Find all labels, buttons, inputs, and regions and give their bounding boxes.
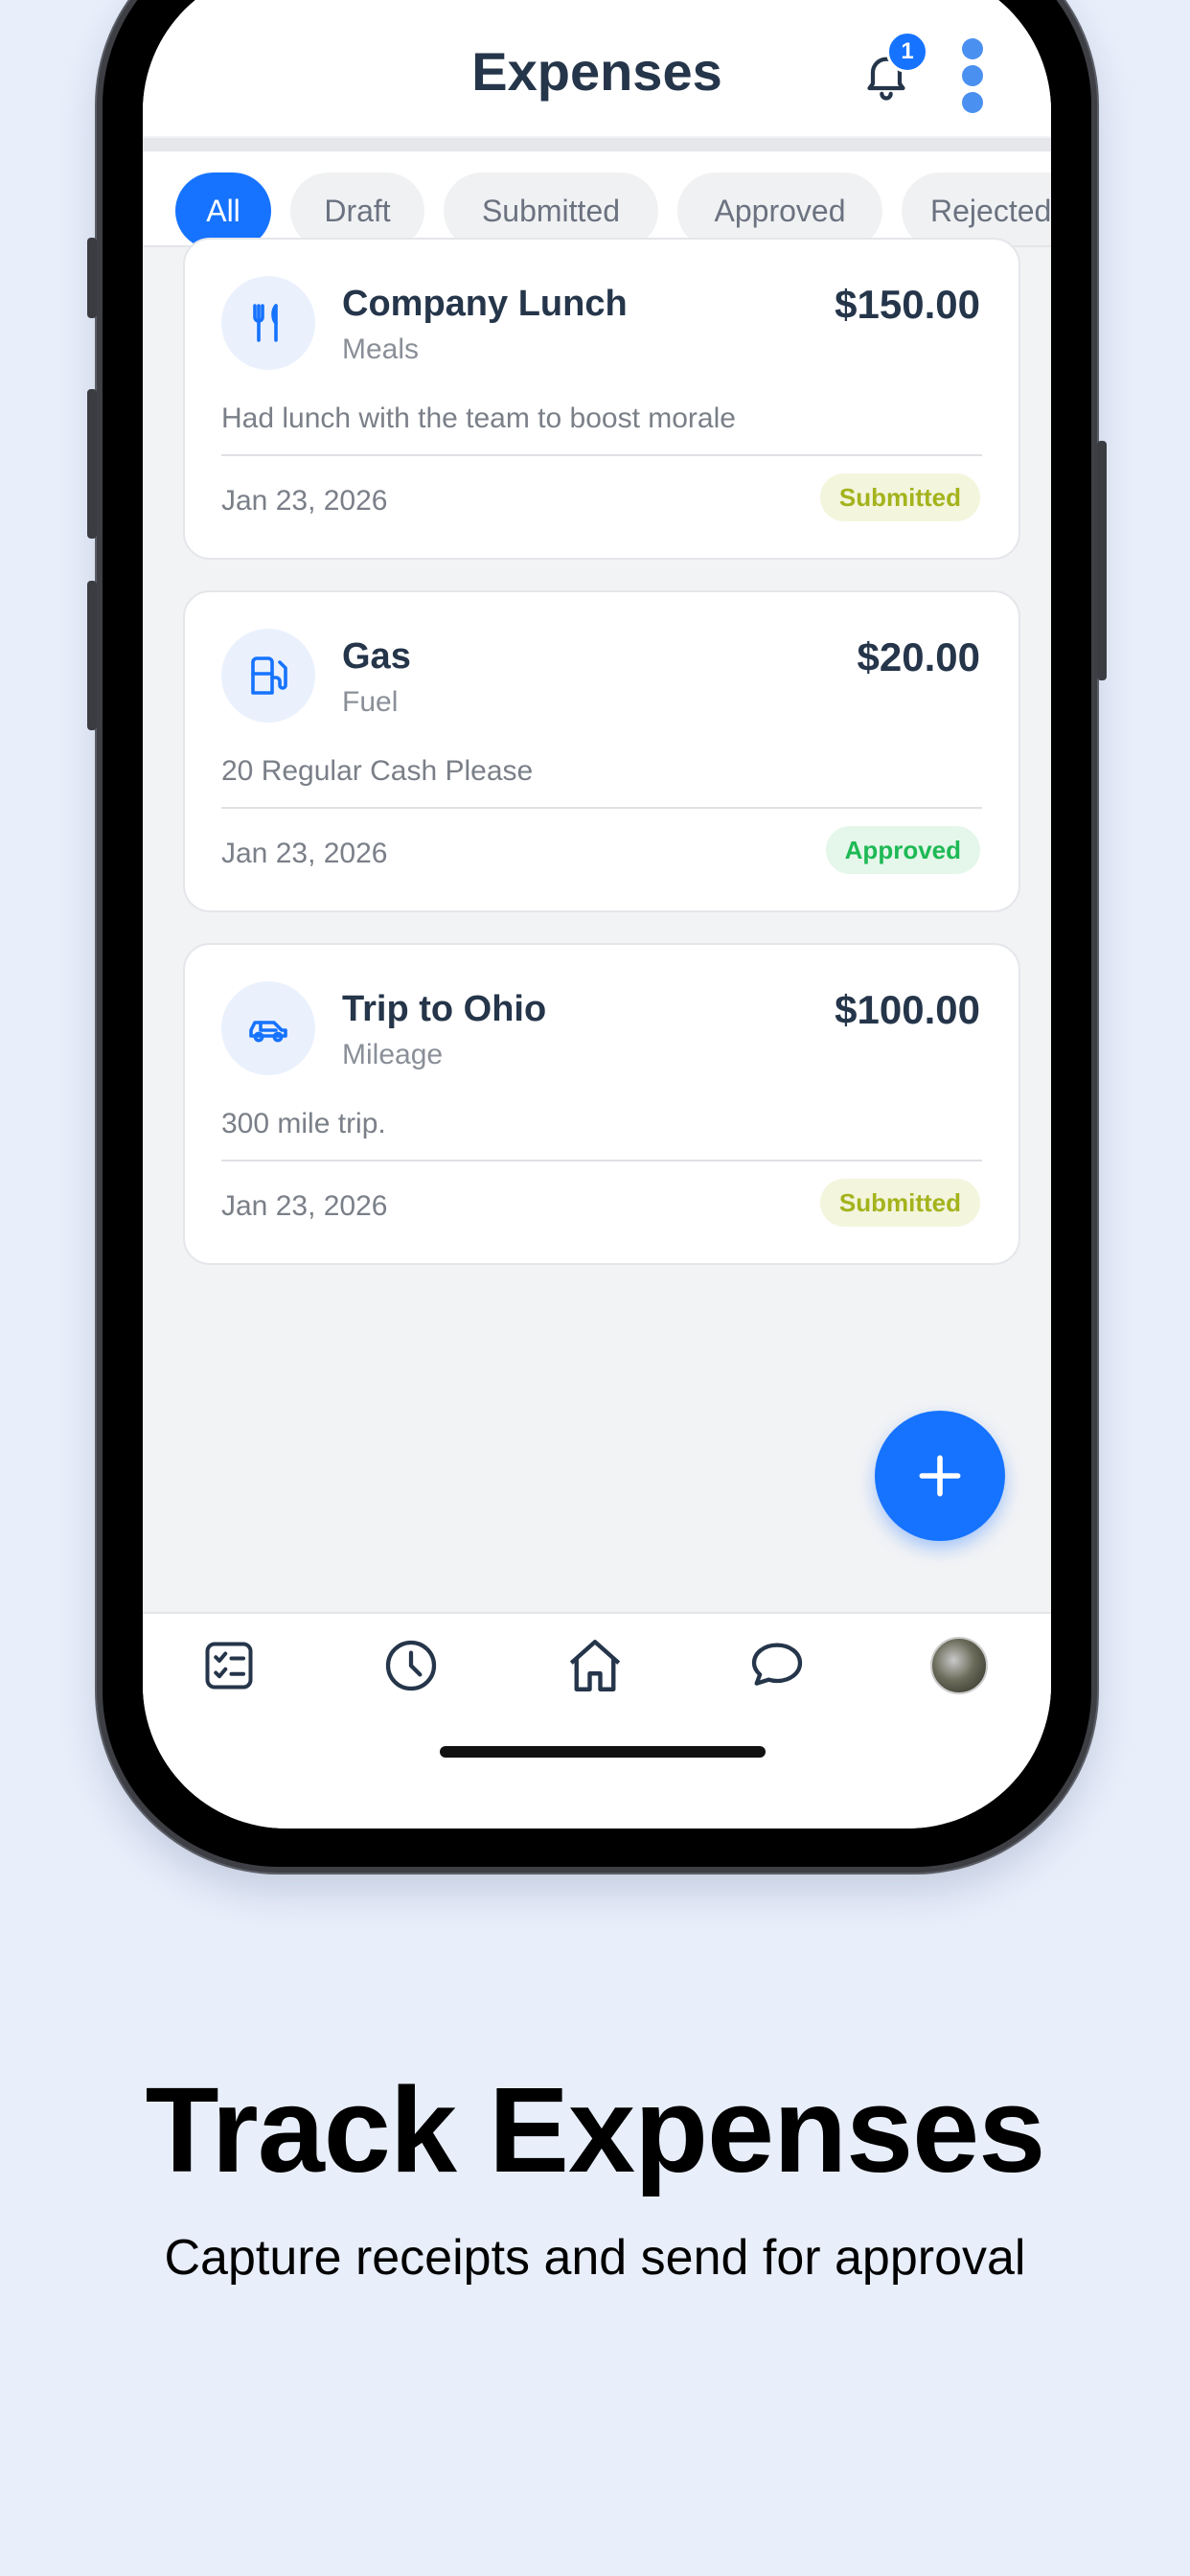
- marketing-headline: Track Expenses: [145, 2062, 1046, 2197]
- home-icon: [569, 1640, 621, 1691]
- expense-category: Mileage: [342, 1039, 444, 1070]
- filter-bar: All Draft Submitted Approved Rejected: [143, 151, 1051, 247]
- filter-chip-submitted[interactable]: Submitted: [444, 172, 658, 245]
- more-options-icon[interactable]: [960, 38, 985, 115]
- chat-icon: [751, 1643, 803, 1686]
- card-divider: [221, 1160, 982, 1162]
- expense-card[interactable]: Trip to Ohio Mileage $100.00 300 mile tr…: [183, 943, 1020, 1265]
- expense-title: Company Lunch: [342, 284, 628, 324]
- status-badge: Submitted: [819, 1179, 980, 1227]
- marketing-subline: Capture receipts and send for approval: [164, 2230, 1026, 2286]
- phone-volume-down: [87, 581, 97, 730]
- car-icon: [221, 981, 315, 1075]
- expense-date: Jan 23, 2026: [221, 485, 388, 517]
- expense-amount: $20.00: [857, 634, 980, 679]
- expense-category: Fuel: [342, 686, 399, 718]
- home-indicator: [440, 1746, 766, 1758]
- phone-volume-up: [87, 389, 97, 539]
- expense-date: Jan 23, 2026: [221, 838, 388, 869]
- bottom-nav: [143, 1612, 1051, 1828]
- status-badge: Submitted: [819, 473, 980, 521]
- notification-badge: 1: [886, 31, 928, 73]
- header-divider: [143, 138, 1051, 151]
- checklist-icon: [205, 1642, 253, 1690]
- fork-knife-icon: [221, 276, 315, 370]
- app-header: Expenses 1: [143, 0, 1051, 136]
- filter-chip-draft[interactable]: Draft: [290, 172, 424, 245]
- avatar: [930, 1637, 988, 1694]
- card-divider: [221, 454, 982, 456]
- phone-frame: Expenses 1 All Draft Submitted Approved …: [87, 0, 1107, 1873]
- expense-category: Meals: [342, 334, 420, 365]
- fuel-pump-icon: [221, 629, 315, 723]
- expense-card[interactable]: Gas Fuel $20.00 20 Regular Cash Please J…: [183, 590, 1020, 912]
- expense-description: 20 Regular Cash Please: [221, 755, 534, 787]
- nav-profile[interactable]: [921, 1627, 997, 1704]
- filter-chip-rejected[interactable]: Rejected: [902, 172, 1051, 245]
- expense-date: Jan 23, 2026: [221, 1190, 388, 1222]
- nav-history[interactable]: [373, 1627, 449, 1704]
- status-badge: Approved: [825, 826, 980, 874]
- expense-title: Trip to Ohio: [342, 989, 547, 1029]
- expense-amount: $150.00: [835, 282, 980, 327]
- nav-tasks[interactable]: [191, 1627, 267, 1704]
- clock-icon: [385, 1640, 437, 1691]
- expense-amount: $100.00: [835, 987, 980, 1032]
- app-screen: Expenses 1 All Draft Submitted Approved …: [143, 0, 1051, 1828]
- nav-home[interactable]: [557, 1627, 633, 1704]
- plus-icon: [919, 1455, 961, 1497]
- phone-power-button: [1097, 441, 1107, 680]
- filter-chip-approved[interactable]: Approved: [677, 172, 882, 245]
- nav-messages[interactable]: [739, 1627, 815, 1704]
- expense-card[interactable]: Company Lunch Meals $150.00 Had lunch wi…: [183, 238, 1020, 560]
- add-expense-button[interactable]: [875, 1411, 1005, 1541]
- expense-description: Had lunch with the team to boost morale: [221, 402, 736, 434]
- card-divider: [221, 807, 982, 809]
- filter-chip-all[interactable]: All: [175, 172, 271, 245]
- phone-side-button: [87, 238, 97, 318]
- expense-description: 300 mile trip.: [221, 1108, 386, 1139]
- expense-title: Gas: [342, 636, 411, 677]
